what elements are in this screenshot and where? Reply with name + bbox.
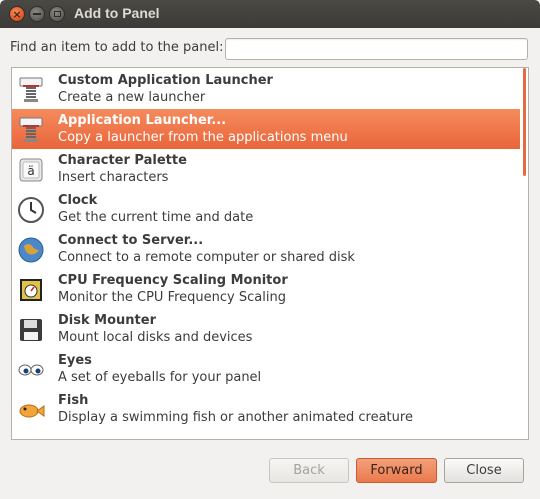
item-list[interactable]: Custom Application Launcher Create a new … (11, 67, 529, 440)
launcher-spring-icon (17, 116, 45, 144)
list-item[interactable]: Disk Mounter Mount local disks and device… (12, 309, 520, 349)
search-label: Find an item to add to the panel: (10, 40, 224, 55)
eyes-icon (17, 356, 45, 384)
close-icon: × (12, 7, 22, 21)
window-maximize-button[interactable] (49, 6, 65, 22)
list-item-title: CPU Frequency Scaling Monitor (58, 273, 288, 288)
window-title: Add to Panel (74, 5, 160, 21)
list-item[interactable]: Clock Get the current time and date (12, 189, 520, 229)
floppy-disk-icon (17, 316, 45, 344)
list-item-description: Create a new launcher (58, 90, 206, 105)
title-bar[interactable]: × Add to Panel (0, 0, 540, 28)
list-item-title: Clock (58, 193, 98, 208)
list-item[interactable]: ä Character Palette Insert characters (12, 149, 520, 189)
list-item-description: Get the current time and date (58, 210, 254, 225)
list-item-description: Monitor the CPU Frequency Scaling (58, 290, 286, 305)
list-item-description: Display a swimming fish or another anima… (58, 410, 413, 425)
list-item-title: Connect to Server... (58, 233, 204, 248)
list-item[interactable]: Custom Application Launcher Create a new … (12, 69, 520, 109)
list-item-description: Mount local disks and devices (58, 330, 253, 345)
fish-icon (17, 396, 45, 424)
forward-button[interactable]: Forward (356, 458, 437, 483)
maximize-icon (53, 11, 61, 17)
scrollbar-thumb[interactable] (523, 68, 526, 176)
list-item-description: Insert characters (58, 170, 169, 185)
list-item[interactable]: Application Launcher... Copy a launcher f… (12, 109, 520, 149)
list-item-title: Fish (58, 393, 89, 408)
svg-text:ä: ä (27, 164, 34, 178)
minimize-icon (33, 13, 41, 15)
list-item-title: Disk Mounter (58, 313, 156, 328)
launcher-spring-icon (17, 76, 45, 104)
list-item-title: Eyes (58, 353, 92, 368)
window-minimize-button[interactable] (29, 6, 45, 22)
cpu-gauge-icon (17, 276, 45, 304)
globe-icon (17, 236, 45, 264)
list-item-title: Application Launcher... (58, 113, 227, 128)
list-item[interactable]: CPU Frequency Scaling Monitor Monitor the… (12, 269, 520, 309)
list-item-description: Connect to a remote computer or shared d… (58, 250, 355, 265)
search-input[interactable] (225, 38, 528, 60)
list-item-title: Custom Application Launcher (58, 73, 273, 88)
back-button[interactable]: Back (269, 458, 349, 483)
list-item[interactable]: Eyes A set of eyeballs for your panel (12, 349, 520, 389)
character-palette-icon: ä (17, 156, 45, 184)
list-item-title: Character Palette (58, 153, 187, 168)
list-item-description: A set of eyeballs for your panel (58, 370, 262, 385)
list-item[interactable]: Fish Display a swimming fish or another a… (12, 389, 520, 429)
list-item-description: Copy a launcher from the applications me… (58, 130, 348, 145)
list-item[interactable]: Connect to Server... Connect to a remote … (12, 229, 520, 269)
clock-icon (17, 196, 45, 224)
close-button[interactable]: Close (444, 458, 524, 483)
add-to-panel-dialog: × Add to Panel Find an item to add to th… (0, 0, 540, 499)
window-close-button[interactable]: × (9, 6, 25, 22)
